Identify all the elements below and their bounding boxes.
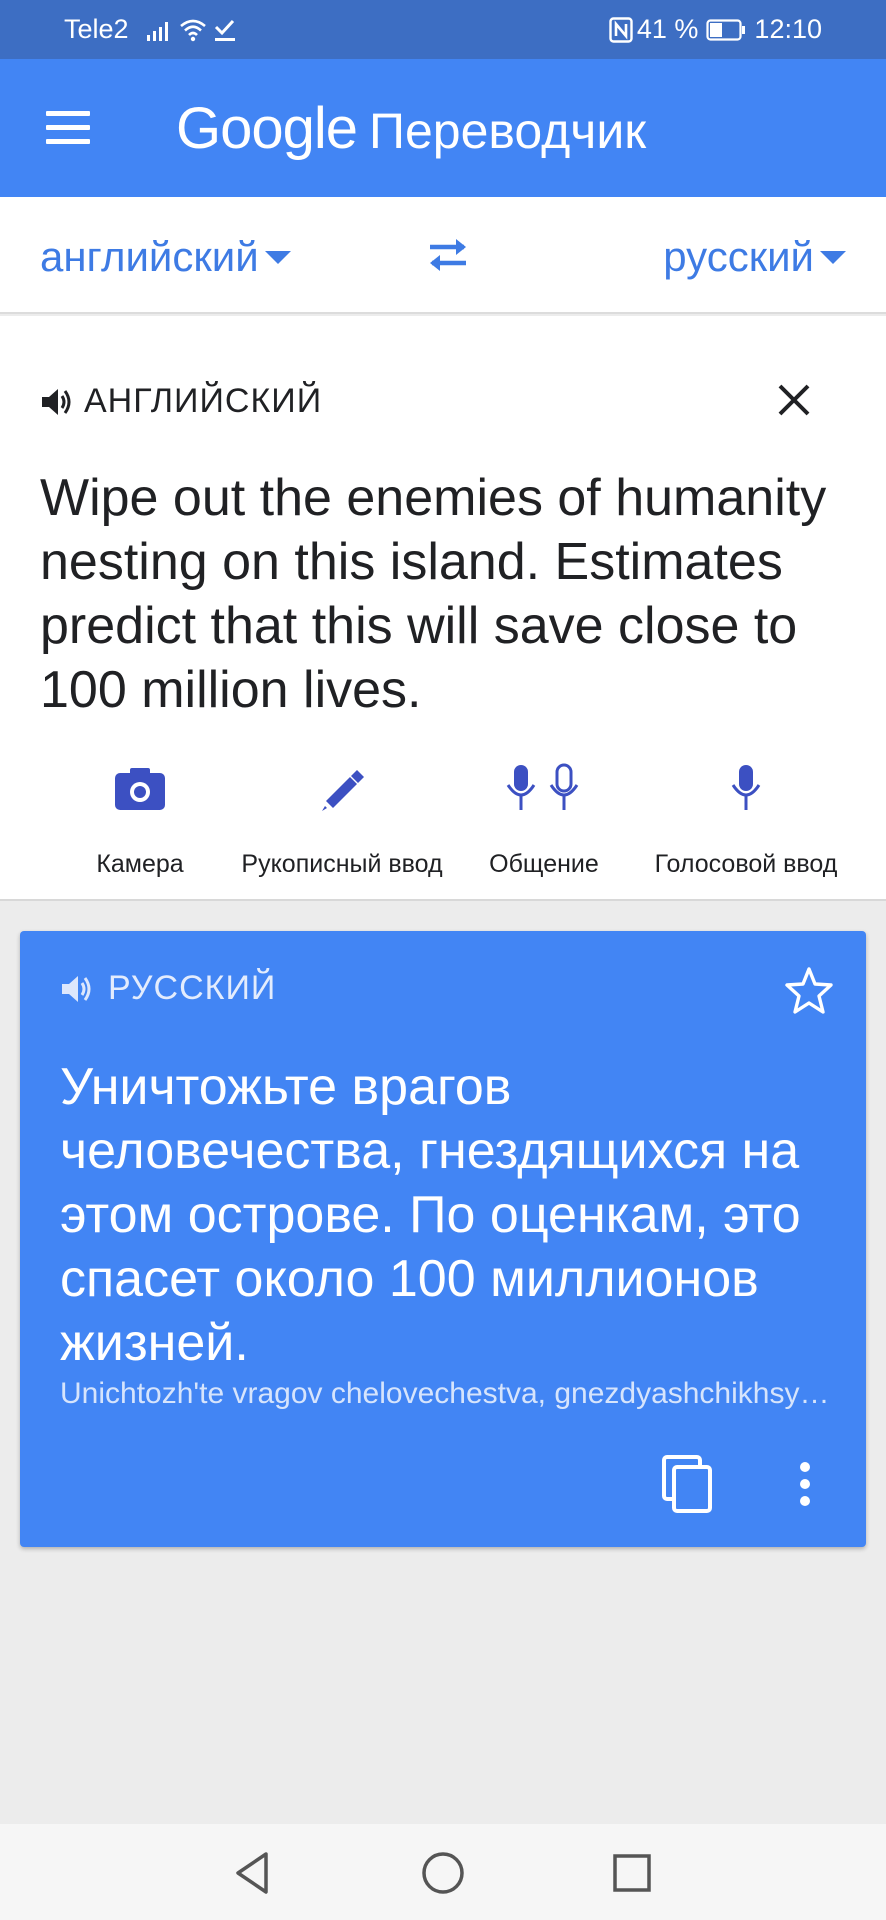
pen-icon <box>317 764 367 819</box>
camera-button[interactable]: Камера <box>30 756 250 879</box>
back-icon[interactable] <box>226 1846 280 1900</box>
wifi-icon <box>179 18 207 42</box>
target-language-label: русский <box>663 233 814 280</box>
swap-icon[interactable] <box>420 233 476 277</box>
translated-text: Уничтожьте врагов человечества, гнездящи… <box>60 1058 801 1372</box>
source-text[interactable]: Wipe out the enemies of humanity nesting… <box>40 466 860 722</box>
check-icon <box>213 18 237 42</box>
source-language-label: английский <box>40 233 259 280</box>
translation-card: РУССКИЙ Уничтожьте врагов человечества, … <box>20 931 866 1547</box>
app-bar: Google Переводчик <box>0 59 886 197</box>
conversation-icon <box>504 763 584 820</box>
handwriting-button[interactable]: Рукописный ввод <box>232 756 452 879</box>
language-bar: английский русский <box>0 197 886 314</box>
voice-input-label: Голосовой ввод <box>654 850 838 878</box>
more-options-icon[interactable] <box>790 1453 820 1515</box>
dropdown-arrow-icon <box>820 250 846 264</box>
dropdown-arrow-icon <box>264 250 291 264</box>
nfc-icon <box>609 16 633 43</box>
status-bar: Tele2 41 % 12:10 <box>0 0 886 59</box>
speaker-icon[interactable] <box>40 386 74 418</box>
clock: 12:10 <box>754 14 822 44</box>
conversation-button[interactable]: Общение <box>434 756 654 879</box>
target-language-selector[interactable]: русский <box>663 233 846 281</box>
mic-icon <box>726 763 766 820</box>
home-icon[interactable] <box>416 1846 470 1900</box>
target-language-heading: РУССКИЙ <box>108 969 277 1007</box>
google-logo: Google <box>176 96 358 161</box>
source-language-heading: АНГЛИЙСКИЙ <box>84 382 323 420</box>
copy-icon[interactable] <box>660 1453 716 1515</box>
carrier-name: Tele2 <box>64 14 129 44</box>
camera-icon <box>114 767 166 816</box>
voice-input-button[interactable]: Голосовой ввод <box>636 756 856 879</box>
navigation-bar <box>0 1824 886 1920</box>
battery-percent: 41 % <box>636 14 699 44</box>
conversation-label: Общение <box>489 850 599 878</box>
input-card: АНГЛИЙСКИЙ Wipe out the enemies of human… <box>0 316 886 901</box>
battery-icon <box>706 18 746 41</box>
transliteration-text: Unichtozh'te vragov chelovechestva, gnez… <box>60 1377 840 1410</box>
camera-label: Камера <box>96 850 184 878</box>
close-icon[interactable] <box>774 380 814 420</box>
star-icon[interactable] <box>784 965 834 1015</box>
recents-icon[interactable] <box>605 1846 659 1900</box>
signal-icon <box>146 19 173 41</box>
speaker-icon[interactable] <box>60 972 98 1006</box>
handwriting-label: Рукописный ввод <box>241 850 443 878</box>
product-name: Переводчик <box>369 103 647 159</box>
source-language-selector[interactable]: английский <box>40 233 291 281</box>
app-title: Google Переводчик <box>176 95 646 162</box>
input-tools: Камера Рукописный ввод Общение Голосовой… <box>0 756 886 896</box>
menu-icon[interactable] <box>40 103 96 153</box>
